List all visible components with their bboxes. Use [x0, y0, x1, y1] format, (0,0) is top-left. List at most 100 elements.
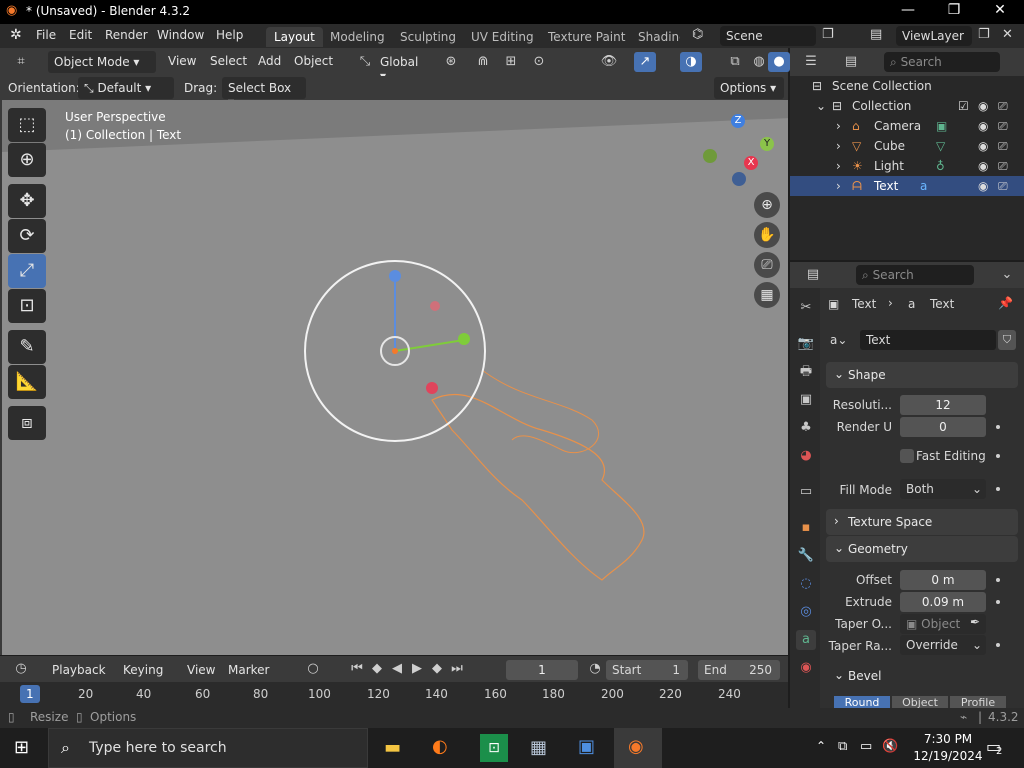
- gizmo-x-axis[interactable]: X: [744, 156, 758, 170]
- properties-editor-type-icon[interactable]: ▤: [802, 265, 824, 285]
- viewport-menu-select[interactable]: Select: [210, 54, 247, 68]
- select-box-tool-icon[interactable]: ⬚: [8, 108, 46, 142]
- display-mode-icon[interactable]: ▤: [840, 52, 862, 72]
- texture-space-panel-header[interactable]: › Texture Space: [826, 509, 1018, 535]
- new-view-layer-icon[interactable]: ❐: [978, 27, 990, 42]
- timeline-menu-marker[interactable]: Marker: [228, 663, 269, 677]
- measure-tool-icon[interactable]: 📐: [8, 365, 46, 399]
- maximize-button[interactable]: ❐: [932, 2, 976, 22]
- camera-view-icon[interactable]: ⎚: [754, 252, 780, 278]
- outliner-item-light[interactable]: › ☀ Light ♁ ◉ ⎚: [790, 156, 1024, 176]
- properties-search-input[interactable]: ⌕ Search: [856, 265, 974, 285]
- datablock-name-field[interactable]: Text: [860, 330, 996, 350]
- physics-tab-icon[interactable]: ◎: [796, 602, 816, 622]
- cursor-tool-icon[interactable]: ⊕: [8, 143, 46, 177]
- zoom-icon[interactable]: ⊕: [754, 192, 780, 218]
- keyframe-dot-icon[interactable]: [996, 487, 1000, 491]
- keyframe-dot-icon[interactable]: [996, 425, 1000, 429]
- timeline-menu-keying[interactable]: Keying: [123, 663, 163, 677]
- tab-uv-editing[interactable]: UV Editing: [463, 27, 542, 47]
- tray-network-icon[interactable]: ▭: [860, 739, 872, 754]
- network-drive-icon[interactable]: ▦: [530, 737, 547, 758]
- gizmo-toggle-icon[interactable]: ↗: [634, 52, 656, 72]
- menu-file[interactable]: File: [36, 28, 56, 42]
- new-scene-icon[interactable]: ❐: [822, 27, 834, 42]
- view-layer-icon[interactable]: ▤: [870, 27, 882, 42]
- move-tool-icon[interactable]: ✥: [8, 184, 46, 218]
- tab-shading[interactable]: Shading: [630, 27, 680, 47]
- camera-render-icon[interactable]: ⎚: [998, 119, 1008, 134]
- particles-tab-icon[interactable]: ◌: [796, 574, 816, 594]
- checkbox-icon[interactable]: ☑: [958, 99, 969, 113]
- view-layer-tab-icon[interactable]: ▣: [796, 390, 816, 410]
- scene-icon[interactable]: ⌬: [692, 27, 703, 42]
- perspective-toggle-icon[interactable]: ▦: [754, 282, 780, 308]
- taskbar-date[interactable]: 12/19/2024: [910, 749, 986, 763]
- keyframe-dot-icon[interactable]: [996, 578, 1000, 582]
- play-icon[interactable]: ▶: [406, 659, 428, 679]
- outliner-item-text[interactable]: › ᗩ Text a ◉ ⎚: [790, 176, 1024, 196]
- chevron-right-icon[interactable]: ›: [836, 119, 841, 133]
- taskbar-time[interactable]: 7:30 PM: [918, 732, 978, 746]
- tray-volume-muted-icon[interactable]: 🔇: [882, 739, 898, 754]
- camera-render-icon[interactable]: ⎚: [998, 139, 1008, 154]
- rotate-tool-icon[interactable]: ⟳: [8, 219, 46, 253]
- extrude-field[interactable]: 0.09 m: [900, 592, 986, 612]
- viewport-menu-view[interactable]: View: [168, 54, 196, 68]
- jump-start-icon[interactable]: ⏮: [346, 659, 368, 679]
- tab-layout[interactable]: Layout: [266, 27, 323, 47]
- xray-toggle-icon[interactable]: ⧉: [724, 52, 746, 72]
- eyedropper-icon[interactable]: ✒: [970, 615, 980, 629]
- chevron-down-icon[interactable]: ⌄: [816, 99, 826, 113]
- taskbar-search-box[interactable]: ⌕ Type here to search: [48, 728, 368, 768]
- eye-icon[interactable]: ◉: [978, 99, 988, 113]
- menu-render[interactable]: Render: [105, 28, 148, 42]
- camera-render-icon[interactable]: ⎚: [998, 179, 1008, 194]
- timeline-menu-view[interactable]: View: [187, 663, 215, 677]
- tray-app-icon[interactable]: ⧉: [838, 739, 847, 754]
- tab-sculpting[interactable]: Sculpting: [392, 27, 464, 47]
- eye-icon[interactable]: ◉: [978, 179, 988, 193]
- offset-field[interactable]: 0 m: [900, 570, 986, 590]
- snap-target-icon[interactable]: ⊞: [500, 52, 522, 72]
- menu-window[interactable]: Window: [157, 28, 204, 42]
- shape-panel-header[interactable]: ⌄ Shape: [826, 362, 1018, 388]
- next-keyframe-icon[interactable]: ◆: [426, 659, 448, 679]
- render-u-field[interactable]: 0: [900, 417, 986, 437]
- taskbar-blender-app[interactable]: ◉: [614, 728, 662, 768]
- bevel-panel-header[interactable]: ⌄ Bevel: [832, 664, 1012, 688]
- geometry-panel-header[interactable]: ⌄ Geometry: [826, 536, 1018, 562]
- transform-orientation-icon[interactable]: ⤡: [354, 52, 376, 72]
- render-tab-icon[interactable]: 📷: [796, 334, 816, 354]
- minimize-button[interactable]: —: [886, 2, 930, 22]
- firefox-icon[interactable]: ◐: [432, 736, 448, 757]
- scene-name-field[interactable]: Scene: [720, 26, 816, 46]
- windows-start-icon[interactable]: ⊞: [14, 737, 29, 758]
- app-launcher-icon[interactable]: ⊡: [480, 734, 508, 762]
- proportional-edit-icon[interactable]: ⊙: [528, 52, 550, 72]
- scene-tab-icon[interactable]: ♣: [796, 418, 816, 438]
- editor-type-icon[interactable]: ⌗: [10, 52, 32, 72]
- text-datablock-icon[interactable]: a⌄: [830, 333, 847, 347]
- transform-tool-icon[interactable]: ⊡: [8, 289, 46, 323]
- pivot-point-icon[interactable]: ⊛: [440, 52, 462, 72]
- timeline-menu-playback[interactable]: Playback: [52, 663, 106, 677]
- eye-icon[interactable]: ◉: [978, 159, 988, 173]
- fill-mode-dropdown[interactable]: Both ⌄: [900, 479, 986, 499]
- x-axis-dot[interactable]: [426, 382, 438, 394]
- data-tab-icon[interactable]: a: [796, 630, 816, 650]
- outliner-item-collection[interactable]: ⌄ ⊟ Collection ☑ ◉ ⎚: [790, 96, 1024, 116]
- bevel-tab-profile[interactable]: Profile: [950, 696, 1006, 708]
- bevel-tab-object[interactable]: Object: [892, 696, 948, 708]
- chevron-right-icon[interactable]: ›: [836, 179, 841, 193]
- object-tab-icon[interactable]: ▪: [796, 518, 816, 538]
- blender-menu-icon[interactable]: ✲: [10, 27, 22, 43]
- close-button[interactable]: ✕: [978, 2, 1022, 22]
- mode-dropdown[interactable]: Object Mode ▾: [48, 51, 156, 73]
- x-axis-neg-dot[interactable]: [430, 301, 440, 311]
- remote-desktop-icon[interactable]: ▣: [578, 736, 595, 757]
- end-frame-field[interactable]: End 250: [698, 660, 780, 680]
- pan-hand-icon[interactable]: ✋: [754, 222, 780, 248]
- outliner-item-cube[interactable]: › ▽ Cube ▽ ◉ ⎚: [790, 136, 1024, 156]
- material-tab-icon[interactable]: ◉: [796, 658, 816, 678]
